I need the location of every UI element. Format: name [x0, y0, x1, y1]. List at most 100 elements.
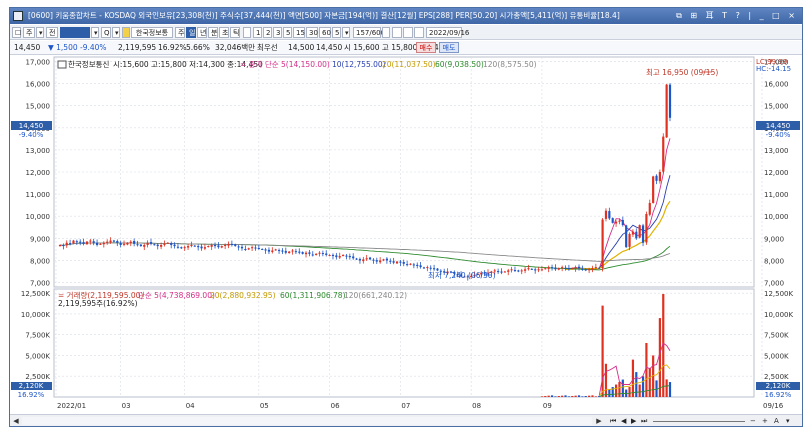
date-field[interactable]: 2022/09/16	[426, 27, 469, 38]
volume-bar	[547, 395, 550, 397]
volume-bar	[581, 396, 584, 397]
interval-3[interactable]: 3	[273, 27, 282, 38]
nav-prev-icon[interactable]: ◀	[621, 416, 626, 426]
candle-body	[136, 244, 139, 246]
price-tick-label: 11,000	[764, 191, 789, 199]
interval-custom[interactable]: 5	[332, 27, 341, 38]
interval-15[interactable]: 15	[293, 27, 305, 38]
nav-next-icon[interactable]: ▶	[631, 416, 636, 426]
candle-body	[277, 250, 281, 252]
time-tick-label: 08	[472, 402, 481, 410]
interval-5[interactable]: 5	[283, 27, 292, 38]
menu-icon[interactable]: ☐	[12, 27, 21, 38]
time-tick-label: 09/16	[763, 402, 784, 410]
zoom-out-icon[interactable]: −	[750, 416, 756, 426]
interval-30[interactable]: 30	[306, 27, 318, 38]
settings-icon[interactable]	[414, 27, 424, 38]
title-bar[interactable]: [0600] 키움종합차트 - KOSDAQ 외국인보유[23,308(천)] …	[10, 8, 802, 24]
data-count-field[interactable]: 157/600	[353, 27, 385, 38]
candle-body	[75, 241, 78, 243]
candle-body	[631, 231, 635, 235]
candle-body	[385, 258, 389, 261]
candle-body	[166, 242, 169, 244]
period-second-button[interactable]: 초	[219, 27, 229, 38]
toolbar-item-6[interactable]: ▾	[112, 27, 120, 38]
font-size-icon[interactable]: A	[774, 416, 779, 426]
candle-body	[571, 268, 574, 270]
window-title: [0600] 키움종합차트 - KOSDAQ 외국인보유[23,308(천)] …	[28, 11, 620, 20]
toolbar-item-14[interactable]	[243, 27, 251, 38]
volume-bar	[554, 396, 557, 397]
period-minute-button[interactable]: 분	[208, 27, 218, 38]
volume-bar	[621, 379, 624, 397]
volume-ratio: 16.92%	[158, 43, 187, 52]
favorite-icon[interactable]	[122, 27, 130, 38]
scroll-left-icon[interactable]: ◀	[11, 416, 21, 426]
zoom-icon[interactable]	[392, 27, 402, 38]
candle-body	[625, 225, 628, 248]
scroll-track[interactable]	[22, 417, 592, 425]
candle-body	[251, 247, 254, 249]
candle-body	[368, 257, 372, 260]
period-tick-button[interactable]: 틱	[230, 27, 240, 38]
candle-body	[510, 269, 513, 271]
volume-bar	[577, 395, 581, 397]
grid-icon[interactable]	[403, 27, 413, 38]
candle-body	[375, 260, 378, 262]
current-volume-label-right: 2,120K	[766, 382, 791, 390]
toolbar-item-2[interactable]: 전	[46, 27, 58, 38]
toolbar-item-1[interactable]: ▾	[36, 27, 44, 38]
search-icon[interactable]: Q	[101, 27, 111, 38]
buy-button[interactable]: 매수	[416, 42, 436, 53]
candle-body	[534, 269, 537, 271]
candle-body	[530, 268, 533, 270]
volume-bar	[628, 387, 631, 397]
legend-ma10: 10(12,755.00)	[332, 60, 386, 69]
interval-dropdown[interactable]: ▾	[342, 27, 350, 38]
candle-body	[79, 241, 82, 243]
candle-body	[122, 243, 126, 245]
window-controls[interactable]: ⧉ ⊞ 耳 T ? | _ □ ×	[676, 8, 798, 24]
candle-body	[284, 250, 287, 253]
toolbar-item-0[interactable]: 주	[23, 27, 35, 38]
current-volpct-label-left: 16.92%	[18, 391, 45, 399]
candle-body	[274, 249, 277, 251]
candle-body	[362, 259, 365, 262]
scroll-right-icon[interactable]: ▶	[594, 416, 604, 426]
period-year-button[interactable]: 년	[197, 27, 207, 38]
toolbar-item-4[interactable]: ▾	[91, 27, 99, 38]
period-day-button[interactable]: 주	[175, 27, 185, 38]
zoom-slider[interactable]	[653, 416, 745, 422]
candle-body	[567, 268, 570, 270]
candle-body	[116, 241, 119, 243]
candle-body	[409, 263, 412, 265]
volume-bar	[618, 382, 621, 397]
interval-60[interactable]: 60	[319, 27, 331, 38]
candle-body	[325, 253, 328, 255]
candle-body	[655, 175, 658, 181]
candle-body	[422, 267, 426, 269]
legend-ma60: 60(9,038.50)	[435, 60, 484, 69]
nav-last-icon[interactable]: ⏭	[641, 416, 647, 426]
candle-body	[85, 241, 89, 245]
chart-window: [0600] 키움종합차트 - KOSDAQ 외국인보유[23,308(천)] …	[9, 7, 803, 427]
zoom-in-icon[interactable]: +	[762, 416, 768, 426]
candle-body	[365, 258, 368, 260]
stock-chart[interactable]: 17,00016,00015,00014,00013,00012,00011,0…	[10, 56, 802, 414]
interval-2[interactable]: 2	[263, 27, 272, 38]
stock-name-field[interactable]: 한국정보통	[131, 27, 173, 38]
sell-button[interactable]: 매도	[439, 42, 459, 53]
interval-1[interactable]: 1	[253, 27, 262, 38]
toolbar-item-25[interactable]	[382, 27, 390, 38]
candle-body	[527, 268, 530, 270]
stock-code-input[interactable]	[60, 27, 90, 38]
period-daily-button[interactable]: 일	[186, 27, 196, 38]
candle-body	[217, 245, 220, 248]
current-price-label-right: 14,450	[766, 122, 791, 130]
volume-tick-label: 10,000K	[21, 311, 50, 319]
candle-body	[301, 252, 304, 254]
horizontal-scrollbar[interactable]: ◀ ▶ ⏮ ◀ ▶ ⏭ − + A ▾	[10, 414, 802, 426]
scroll-down-icon[interactable]: ▾	[786, 416, 790, 426]
nav-first-icon[interactable]: ⏮	[610, 416, 616, 426]
candle-body	[197, 246, 200, 248]
